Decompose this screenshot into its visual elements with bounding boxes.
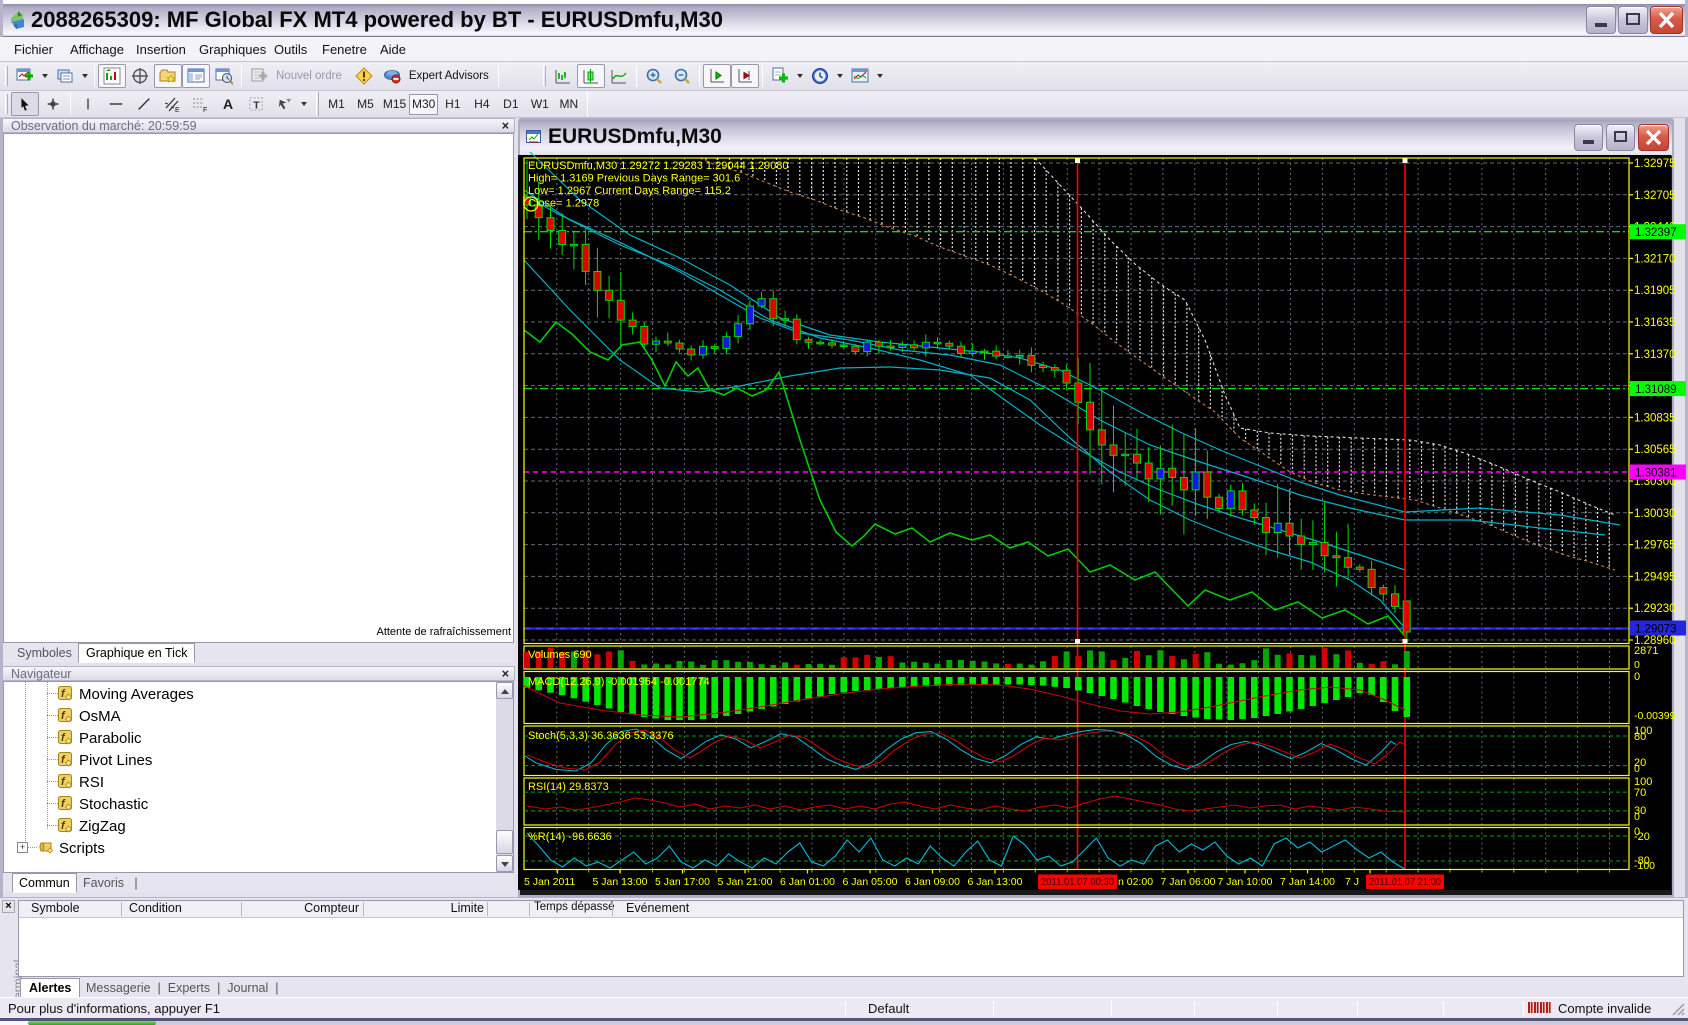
svg-text:0: 0 [1634,659,1640,671]
svg-text:-20: -20 [1634,831,1650,843]
svg-text:0: 0 [1634,811,1640,823]
svg-text:%R(14) -96.6636: %R(14) -96.6636 [528,831,612,843]
svg-text:7 J: 7 J [1345,876,1359,888]
svg-text:1.30030: 1.30030 [1634,508,1676,520]
svg-text:6 Jan 09:00: 6 Jan 09:00 [905,876,960,888]
svg-text:1.30565: 1.30565 [1634,444,1676,456]
svg-text:5 Jan 17:00: 5 Jan 17:00 [655,876,710,888]
svg-text:Close= 1.2978: Close= 1.2978 [528,198,599,210]
svg-text:7 Jan 14:00: 7 Jan 14:00 [1280,876,1335,888]
svg-text:-0.00399: -0.00399 [1634,710,1676,722]
svg-text:6 Jan 01:00: 6 Jan 01:00 [780,876,835,888]
svg-text:1.30835: 1.30835 [1634,412,1676,424]
svg-text:5 Jan 13:00: 5 Jan 13:00 [593,876,648,888]
svg-text:1.32170: 1.32170 [1634,253,1676,265]
svg-text:5 Jan 21:00: 5 Jan 21:00 [718,876,773,888]
svg-text:1.30381: 1.30381 [1635,468,1677,480]
svg-text:0: 0 [1634,763,1640,775]
svg-text:-100: -100 [1634,860,1655,872]
svg-text:Low= 1.2967 Current Days Ra: Low= 1.2967 Current Days Range= 115.2 [528,185,731,197]
svg-text:1.29495: 1.29495 [1634,571,1676,583]
svg-text:6 Jan 13:00: 6 Jan 13:00 [968,876,1023,888]
svg-text:2871: 2871 [1634,645,1658,657]
svg-text:1.29073: 1.29073 [1635,624,1677,636]
svg-text:2011.01.07 00:30: 2011.01.07 00:30 [1041,876,1114,888]
svg-text:1.32705: 1.32705 [1634,190,1676,202]
svg-text:70: 70 [1634,787,1646,799]
svg-text:Stoch(5,3,3) 36.3636 53.3376: Stoch(5,3,3) 36.3636 53.3376 [528,730,674,742]
svg-text:0: 0 [1634,671,1640,683]
svg-text:1.31905: 1.31905 [1634,285,1676,297]
svg-text:High= 1.3169 Previous Days: High= 1.3169 Previous Days Range= 301.6 [528,173,740,185]
svg-text:MACD(12,26,9) -0.001964 -0.001: MACD(12,26,9) -0.001964 -0.001774 [528,676,710,688]
svg-text:1.32397: 1.32397 [1635,227,1677,239]
svg-text:1.32975: 1.32975 [1634,158,1676,170]
svg-text:EURUSDmfu,M30 1.29272 1.29283: EURUSDmfu,M30 1.29272 1.29283 1.29044 1.… [528,160,789,172]
svg-text:6 Jan 05:00: 6 Jan 05:00 [843,876,898,888]
svg-text:Volumes 690: Volumes 690 [528,649,592,661]
svg-text:1.31635: 1.31635 [1634,317,1676,329]
svg-text:80: 80 [1634,731,1646,743]
svg-text:1.29765: 1.29765 [1634,540,1676,552]
svg-text:1.31089: 1.31089 [1635,384,1677,396]
svg-text:1.29230: 1.29230 [1634,603,1676,615]
svg-text:n 02:00: n 02:00 [1118,876,1153,888]
svg-text:RSI(14) 29.8373: RSI(14) 29.8373 [528,781,609,793]
svg-text:7 Jan 10:00: 7 Jan 10:00 [1218,876,1273,888]
svg-text:1.31370: 1.31370 [1634,349,1676,361]
svg-text:7 Jan 06:00: 7 Jan 06:00 [1161,876,1216,888]
svg-text:5 Jan 2011: 5 Jan 2011 [524,876,575,888]
svg-text:2011.01.07 21:00: 2011.01.07 21:00 [1369,876,1441,888]
